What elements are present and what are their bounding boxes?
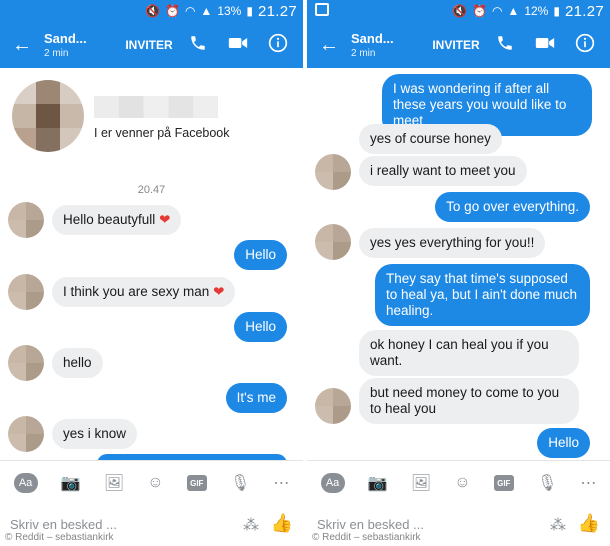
message-bubble-outgoing: Hello xyxy=(234,240,287,270)
message-bubble-incoming: i really want to meet you xyxy=(359,156,527,186)
contact-name: Sand... xyxy=(44,31,87,46)
apps-grid-icon[interactable]: ⁂ xyxy=(550,515,566,535)
screenshot-icon xyxy=(315,3,329,16)
message-bubble-outgoing: Hello xyxy=(234,312,287,342)
gif-icon[interactable]: GIF xyxy=(186,475,207,491)
message-bubble-incoming: I think you are sexy man ❤ xyxy=(52,277,236,307)
message-list[interactable]: I was wondering if after all these years… xyxy=(307,68,610,460)
avatar xyxy=(315,154,351,190)
signal-icon: ▲ xyxy=(200,4,213,18)
camera-icon[interactable]: 📷 xyxy=(61,473,81,493)
message-bubble-outgoing: They say that time's supposed to heal ya… xyxy=(375,264,590,326)
mute-icon: 🔇 xyxy=(452,4,467,18)
video-camera-icon[interactable] xyxy=(218,35,258,56)
avatar xyxy=(8,416,44,452)
microphone-icon[interactable]: 🎙 xyxy=(537,473,557,493)
battery-icon: ▮ xyxy=(246,4,253,18)
info-icon[interactable] xyxy=(258,33,298,58)
image-icon[interactable]: 🖼 xyxy=(104,473,124,493)
apps-grid-icon[interactable]: ⁂ xyxy=(243,515,259,535)
video-camera-icon[interactable] xyxy=(525,35,565,56)
phone-icon[interactable] xyxy=(178,34,218,57)
avatar xyxy=(8,274,44,310)
more-icon[interactable]: ⋯ xyxy=(273,473,289,493)
avatar xyxy=(315,388,351,424)
message-list[interactable]: I er venner på Facebook 20.47 Hello beau… xyxy=(0,68,303,460)
more-icon[interactable]: ⋯ xyxy=(580,473,596,493)
battery-level: 12% xyxy=(524,4,549,18)
avatar xyxy=(8,345,44,381)
message-bubble-incoming: ok honey I can heal you if you want. xyxy=(359,330,579,376)
conversation-header: ← Sand... 2 min INVITER xyxy=(0,22,303,68)
status-bar: 🔇 ⏰ ◠ ▲ 13% ▮ 21.27 xyxy=(0,0,303,22)
invite-button[interactable]: INVITER xyxy=(120,38,178,52)
battery-level: 13% xyxy=(217,4,242,18)
message-bubble-incoming: hello xyxy=(52,348,103,378)
status-bar: 🔇 ⏰ ◠ ▲ 12% ▮ 21.27 xyxy=(307,0,610,22)
right-chat-screen: 🔇 ⏰ ◠ ▲ 12% ▮ 21.27 ← Sand... 2 min INVI… xyxy=(307,0,610,546)
message-bubble-incoming: but need money to come to you to heal yo… xyxy=(359,378,579,424)
friends-note: I er venner på Facebook xyxy=(94,126,230,140)
conversation-header: ← Sand... 2 min INVITER xyxy=(307,22,610,68)
like-thumb-icon[interactable]: 👍 xyxy=(578,513,600,534)
avatar xyxy=(8,202,44,238)
alarm-icon: ⏰ xyxy=(471,4,487,18)
clock: 21.27 xyxy=(257,2,297,20)
watermark: © Reddit – sebastiankirk xyxy=(307,530,426,546)
message-bubble-incoming: yes i know xyxy=(52,419,138,449)
clock: 21.27 xyxy=(564,2,604,20)
phone-icon[interactable] xyxy=(485,34,525,57)
contact-info[interactable]: Sand... 2 min xyxy=(351,31,419,59)
signal-icon: ▲ xyxy=(507,4,520,18)
composer-toolbar: Aa 📷 🖼 ☺ GIF 🎙 ⋯ xyxy=(0,461,303,505)
microphone-icon[interactable]: 🎙 xyxy=(230,473,250,493)
emoji-icon[interactable]: ☺ xyxy=(147,474,163,492)
message-bubble-outgoing: It's me xyxy=(225,383,287,413)
camera-icon[interactable]: 📷 xyxy=(368,473,388,493)
last-active: 2 min xyxy=(44,48,69,59)
heart-icon: ❤ xyxy=(159,212,171,227)
wifi-icon: ◠ xyxy=(184,4,196,18)
avatar xyxy=(315,224,351,260)
last-active: 2 min xyxy=(351,48,376,59)
alarm-icon: ⏰ xyxy=(164,4,180,18)
mute-icon: 🔇 xyxy=(145,4,160,18)
left-chat-screen: 🔇 ⏰ ◠ ▲ 13% ▮ 21.27 ← Sand... 2 min INVI… xyxy=(0,0,303,546)
watermark: © Reddit – sebastiankirk xyxy=(0,530,119,546)
message-bubble-outgoing: To go over everything. xyxy=(435,192,590,222)
invite-button[interactable]: INVITER xyxy=(427,38,485,52)
contact-name: Sand... xyxy=(351,31,394,46)
message-bubble-incoming: yes of course honey xyxy=(359,124,502,154)
composer-toolbar: Aa 📷 🖼 ☺ GIF 🎙 ⋯ xyxy=(307,461,610,505)
profile-photo-blurred xyxy=(12,80,84,152)
back-arrow-icon[interactable]: ← xyxy=(307,34,351,57)
pixelated-name xyxy=(94,96,218,118)
emoji-icon[interactable]: ☺ xyxy=(454,474,470,492)
timestamp: 20.47 xyxy=(137,184,166,196)
heart-icon: ❤ xyxy=(213,284,225,299)
image-icon[interactable]: 🖼 xyxy=(411,473,431,493)
text-format-icon[interactable]: Aa xyxy=(320,473,345,493)
message-bubble-outgoing: Hello xyxy=(537,428,590,458)
gif-icon[interactable]: GIF xyxy=(493,475,514,491)
info-icon[interactable] xyxy=(565,33,605,58)
contact-info[interactable]: Sand... 2 min xyxy=(44,31,112,59)
back-arrow-icon[interactable]: ← xyxy=(0,34,44,57)
battery-icon: ▮ xyxy=(553,4,560,18)
like-thumb-icon[interactable]: 👍 xyxy=(271,513,293,534)
wifi-icon: ◠ xyxy=(491,4,503,18)
message-bubble-incoming: yes yes everything for you!! xyxy=(359,228,546,258)
text-format-icon[interactable]: Aa xyxy=(13,473,38,493)
message-bubble-incoming: Hello beautyfull ❤ xyxy=(52,205,182,235)
